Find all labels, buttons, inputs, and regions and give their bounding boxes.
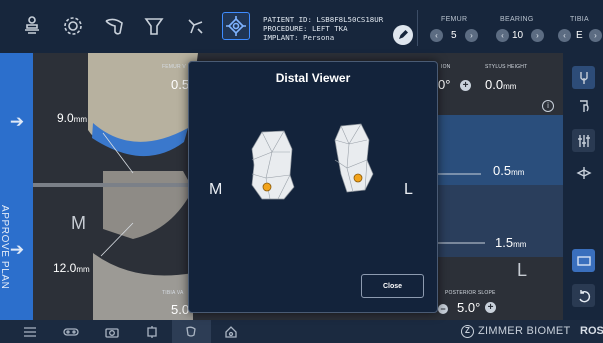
patient-info: PATIENT ID: LSB8F8L50CS18UR PROCEDURE: L…	[263, 15, 383, 42]
bearing-increase-button[interactable]: ›	[531, 29, 544, 42]
rotate-icon	[575, 166, 592, 179]
divider	[417, 10, 418, 46]
brand-name: ZIMMER BIOMET	[478, 325, 571, 337]
medial-side-label: M	[209, 181, 223, 198]
posterior-slope-title: POSTERIOR SLOPE	[445, 290, 496, 296]
brand-suffix: ROS	[580, 325, 603, 337]
lateral-distal-gap: 0.5mm	[493, 163, 525, 178]
undo-icon	[578, 289, 590, 302]
tibia-view-icon	[579, 99, 589, 112]
femur-increase-button[interactable]: ›	[465, 29, 478, 42]
person-lying-icon[interactable]	[18, 12, 46, 40]
lateral-condyle-model	[334, 123, 374, 193]
femur-varus-title: FEMUR V	[162, 64, 186, 70]
info-icon[interactable]: i	[542, 100, 554, 112]
arrow-right-icon: ➔	[9, 112, 25, 131]
bottom-bar: Z ZIMMER BIOMET ROS	[0, 320, 603, 343]
distal-viewer-dialog: Distal Viewer M L Close	[188, 61, 438, 313]
layout-icon	[576, 255, 591, 266]
bearing-decrease-button[interactable]: ‹	[496, 29, 509, 42]
slope-increase-button[interactable]: +	[485, 302, 496, 313]
implant: IMPLANT: Persona	[263, 33, 335, 42]
bearing-title: BEARING	[500, 16, 534, 23]
tibia-view-button[interactable]	[572, 94, 595, 117]
undo-button[interactable]	[572, 284, 595, 307]
medial-condyle-model	[251, 130, 295, 200]
right-toolbar	[563, 53, 603, 320]
implant-icon[interactable]	[144, 324, 160, 339]
target-crosshair-icon[interactable]	[222, 12, 250, 40]
pencil-icon	[399, 30, 408, 39]
rotation-value: 0°	[438, 77, 451, 92]
dialog-title: Distal Viewer	[275, 71, 351, 85]
adjust-sliders-button[interactable]	[572, 129, 595, 152]
femur-icon[interactable]	[100, 12, 128, 40]
close-button[interactable]: Close	[361, 274, 424, 298]
menu-icon[interactable]	[22, 324, 38, 339]
sliders-icon	[577, 134, 590, 147]
lateral-extension-gap: 1.5mm	[495, 235, 527, 250]
rotation-increase-button[interactable]: +	[460, 80, 471, 91]
tibia-icon[interactable]	[140, 12, 168, 40]
bearing-size-value: 10	[512, 30, 524, 41]
procedure: PROCEDURE: LEFT TKA	[263, 24, 348, 33]
tibia-varus-value: 5.0	[171, 302, 190, 317]
medial-extension-gap: 12.0mm	[53, 261, 90, 275]
tibia-increase-button[interactable]: ›	[589, 29, 602, 42]
knee-icon[interactable]	[183, 324, 199, 339]
tibia-decrease-button[interactable]: ‹	[558, 29, 571, 42]
camera-icon[interactable]	[104, 324, 120, 339]
femur-view-icon	[579, 71, 588, 84]
stylus-height-title: STYLUS HEIGHT	[485, 64, 528, 70]
femur-decrease-button[interactable]: ‹	[430, 29, 443, 42]
slope-decrease-button[interactable]: −	[438, 304, 448, 314]
tibia-varus-title: TIBIA VA	[162, 290, 184, 296]
femur-title: FEMUR	[441, 16, 468, 23]
top-bar: PATIENT ID: LSB8F8L50CS18UR PROCEDURE: L…	[0, 0, 603, 53]
femur-view-button[interactable]	[572, 66, 595, 89]
rotate-view-button[interactable]	[572, 161, 595, 184]
lateral-side-label: L	[404, 181, 413, 198]
gear-icon[interactable]	[59, 12, 87, 40]
medial-letter: M	[71, 213, 86, 233]
tibia-title: TIBIA	[570, 16, 590, 23]
rotation-title: ION	[441, 64, 451, 70]
femur-size-value: 5	[451, 30, 457, 41]
tibia-size-value: E	[576, 30, 583, 41]
zimmer-biomet-logo: Z	[461, 325, 474, 338]
femur-varus-value: 0.5	[171, 77, 190, 92]
layout-button[interactable]	[572, 249, 595, 272]
patient-id: PATIENT ID: LSB8F8L50CS18UR	[263, 15, 384, 24]
stylus-height-value: 0.0mm	[485, 77, 517, 92]
knee-instrument-icon[interactable]	[181, 12, 209, 40]
posterior-slope-value: 5.0°	[457, 300, 481, 315]
home-icon[interactable]	[223, 324, 239, 339]
arrow-right-icon: ➔	[9, 240, 25, 259]
edit-patient-button[interactable]	[393, 25, 413, 45]
approve-plan-panel[interactable]: ➔ APPROVE PLAN ➔	[0, 53, 33, 320]
medial-distal-gap: 9.0mm	[57, 111, 88, 125]
lateral-letter: L	[517, 260, 528, 280]
tracker-icon[interactable]	[63, 324, 79, 339]
